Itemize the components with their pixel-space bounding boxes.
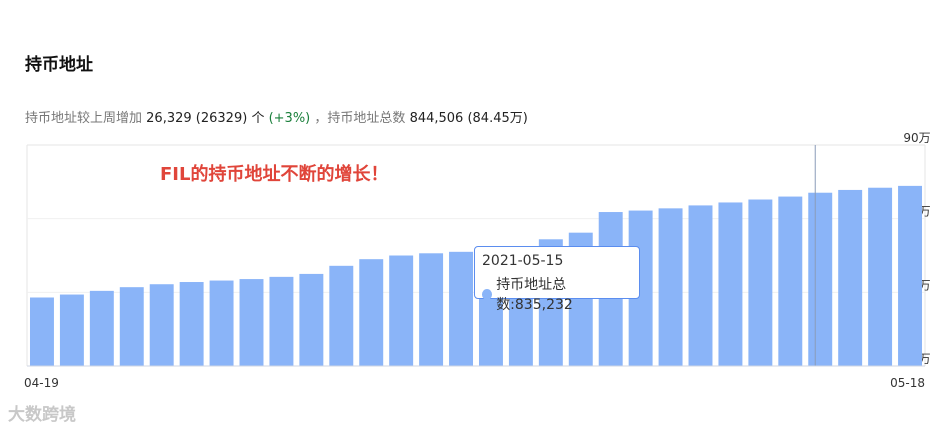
bar [239,279,264,366]
bar [718,202,743,366]
bar [868,187,893,366]
bar [778,196,803,366]
bar [359,259,384,366]
bar [419,253,444,366]
bar [59,294,84,366]
x-tick-label-end: 05-18 [890,376,925,390]
bar [299,273,324,366]
y-tick-label: 90万 [903,131,930,145]
bar [838,189,863,366]
bar [89,290,114,366]
chart-annotation: FIL的持币地址不断的增长！ [160,163,388,185]
watermark-text: 大数跨境 [8,405,76,425]
bar [449,251,474,366]
bar [269,276,294,366]
bar [329,265,354,366]
bar [748,199,773,366]
bar [149,284,174,366]
chart-tooltip: 2021-05-15 持币地址总数:835,232 [474,246,640,313]
bar [688,205,713,366]
bar [119,287,144,366]
series-dot-icon [482,288,493,300]
bar [179,282,204,366]
tooltip-value: 持币地址总数:835,232 [496,277,573,313]
bar [389,255,414,366]
bar [29,297,54,366]
watermark: 大数跨境 [8,400,76,425]
x-tick-label-start: 04-19 [24,376,59,390]
bar [209,280,234,366]
tooltip-date: 2021-05-15 [482,253,564,269]
bar [658,208,683,366]
bar [898,185,923,366]
bar [808,192,833,366]
holder-address-chart[interactable]: 60万70万80万90万04-1905-18FIL的持币地址不断的增长！ [0,0,950,432]
